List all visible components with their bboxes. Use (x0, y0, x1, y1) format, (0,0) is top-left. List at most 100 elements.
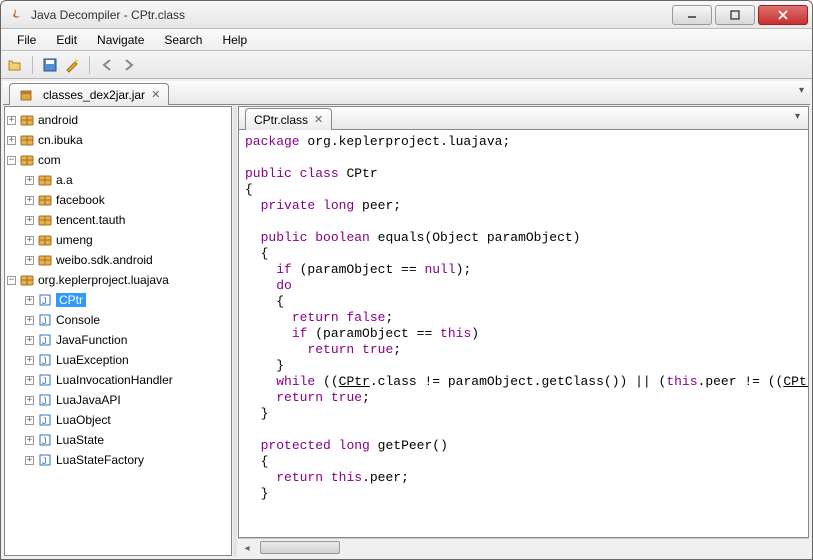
window-title: Java Decompiler - CPtr.class (31, 8, 669, 22)
expand-icon[interactable]: + (25, 256, 34, 265)
expand-icon[interactable]: + (25, 236, 34, 245)
svg-text:J: J (42, 376, 47, 386)
tab-class[interactable]: CPtr.class ✕ (245, 108, 332, 130)
package-icon (37, 172, 53, 188)
svg-text:J: J (42, 456, 47, 466)
svg-text:J: J (42, 436, 47, 446)
tree-node-class[interactable]: + J LuaObject (7, 410, 229, 430)
tree-node-class-selected[interactable]: + J CPtr (7, 290, 229, 310)
vertical-splitter[interactable] (233, 105, 237, 557)
class-icon: J (37, 312, 53, 328)
open-file-icon[interactable] (7, 57, 23, 73)
expand-icon[interactable]: + (25, 296, 34, 305)
minimize-button[interactable] (672, 5, 712, 25)
menu-edit[interactable]: Edit (46, 31, 87, 49)
tree-node-package[interactable]: + android (7, 110, 229, 130)
tree-node-package[interactable]: + tencent.tauth (7, 210, 229, 230)
tree-label: com (38, 153, 61, 167)
menu-file[interactable]: File (7, 31, 46, 49)
expand-icon[interactable]: + (25, 316, 34, 325)
package-icon (19, 272, 35, 288)
source-editor[interactable]: package org.keplerproject.luajava; publi… (238, 130, 809, 538)
expand-icon[interactable]: + (25, 336, 34, 345)
tree-node-package[interactable]: + a.a (7, 170, 229, 190)
menu-help[interactable]: Help (212, 31, 257, 49)
expand-icon[interactable]: + (25, 216, 34, 225)
scroll-left-icon[interactable]: ◂ (238, 539, 256, 557)
expand-icon[interactable]: + (25, 416, 34, 425)
menu-navigate[interactable]: Navigate (87, 31, 154, 49)
tab-jar-label: classes_dex2jar.jar (43, 88, 145, 102)
package-icon (37, 252, 53, 268)
expand-icon[interactable]: + (7, 136, 16, 145)
expand-icon[interactable]: + (25, 176, 34, 185)
tree-node-package[interactable]: + facebook (7, 190, 229, 210)
toolbar-separator (89, 56, 90, 74)
class-icon: J (37, 392, 53, 408)
package-tree[interactable]: + android + cn.ibuka − com (4, 106, 232, 556)
tree-label: cn.ibuka (38, 133, 83, 147)
svg-text:J: J (42, 336, 47, 346)
expand-icon[interactable]: + (25, 376, 34, 385)
tab-jar[interactable]: classes_dex2jar.jar ✕ (9, 83, 169, 105)
tree-node-class[interactable]: + J JavaFunction (7, 330, 229, 350)
tree-node-package[interactable]: − org.keplerproject.luajava (7, 270, 229, 290)
tree-node-class[interactable]: + J LuaState (7, 430, 229, 450)
tree-label: CPtr (56, 293, 86, 307)
close-icon[interactable]: ✕ (314, 113, 323, 126)
menu-search[interactable]: Search (154, 31, 212, 49)
tree-node-package[interactable]: + cn.ibuka (7, 130, 229, 150)
class-icon: J (37, 332, 53, 348)
chevron-down-icon[interactable]: ▾ (799, 85, 804, 96)
expand-icon[interactable]: + (7, 116, 16, 125)
class-icon: J (37, 352, 53, 368)
tree-node-class[interactable]: + J LuaException (7, 350, 229, 370)
svg-text:J: J (42, 296, 47, 306)
tree-label: LuaStateFactory (56, 453, 144, 467)
class-icon: J (37, 292, 53, 308)
back-icon[interactable] (99, 57, 115, 73)
chevron-down-icon[interactable]: ▾ (795, 111, 800, 122)
collapse-icon[interactable]: − (7, 276, 16, 285)
expand-icon[interactable]: + (25, 356, 34, 365)
horizontal-scrollbar[interactable]: ◂ (238, 538, 809, 556)
jar-tabbar: classes_dex2jar.jar ✕ ▾ (3, 81, 810, 105)
tree-label: LuaState (56, 433, 104, 447)
scrollbar-thumb[interactable] (260, 541, 340, 554)
maximize-button[interactable] (715, 5, 755, 25)
tree-label: Console (56, 313, 100, 327)
tree-node-class[interactable]: + J LuaStateFactory (7, 450, 229, 470)
package-icon (19, 112, 35, 128)
tab-class-label: CPtr.class (254, 113, 308, 127)
class-icon: J (37, 432, 53, 448)
tree-label: tencent.tauth (56, 213, 125, 227)
package-icon (37, 212, 53, 228)
tree-node-class[interactable]: + J LuaJavaAPI (7, 390, 229, 410)
toolbar-separator (32, 56, 33, 74)
tree-node-class[interactable]: + J LuaInvocationHandler (7, 370, 229, 390)
package-icon (37, 192, 53, 208)
close-icon[interactable]: ✕ (151, 88, 160, 101)
tree-label: LuaJavaAPI (56, 393, 121, 407)
wand-icon[interactable] (64, 57, 80, 73)
source-code: package org.keplerproject.luajava; publi… (239, 130, 809, 506)
expand-icon[interactable]: + (25, 396, 34, 405)
tree-node-package[interactable]: + umeng (7, 230, 229, 250)
window-titlebar: Java Decompiler - CPtr.class (1, 1, 812, 29)
forward-icon[interactable] (121, 57, 137, 73)
toolbar (1, 51, 812, 79)
expand-icon[interactable]: + (25, 196, 34, 205)
tree-label: JavaFunction (56, 333, 127, 347)
tree-node-package[interactable]: − com (7, 150, 229, 170)
tree-label: a.a (56, 173, 73, 187)
tree-label: LuaException (56, 353, 129, 367)
close-button[interactable] (758, 5, 808, 25)
tree-label: weibo.sdk.android (56, 253, 153, 267)
save-icon[interactable] (42, 57, 58, 73)
collapse-icon[interactable]: − (7, 156, 16, 165)
expand-icon[interactable]: + (25, 436, 34, 445)
expand-icon[interactable]: + (25, 456, 34, 465)
tree-node-class[interactable]: + J Console (7, 310, 229, 330)
jar-icon (18, 87, 34, 103)
tree-node-package[interactable]: + weibo.sdk.android (7, 250, 229, 270)
